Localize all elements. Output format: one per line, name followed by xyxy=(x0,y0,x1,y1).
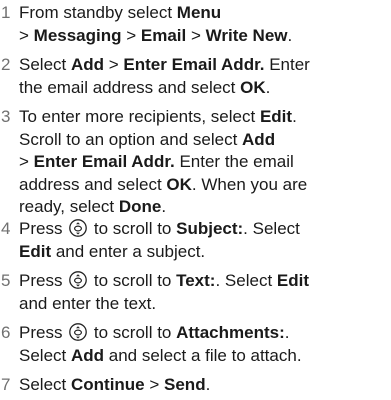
step-line: Press to scroll to Text:. Select Edit xyxy=(19,270,391,293)
step-line: the email address and select OK. xyxy=(19,77,391,100)
step-phrase: > xyxy=(19,152,34,171)
step-item: 1 From standby select Menu > Messaging > E… xyxy=(0,2,391,47)
step-line: Select Add and select a file to attach. xyxy=(19,345,391,368)
ui-term: Add xyxy=(70,55,105,74)
step-phrase: Enter xyxy=(264,55,310,74)
step-phrase: Select xyxy=(19,55,71,74)
step-phrase: the email address and select xyxy=(19,77,241,97)
step-text: From standby select Menu > Messaging > Em… xyxy=(19,2,391,47)
step-line: Select Continue > Send. xyxy=(19,374,391,397)
step-phrase: to scroll to xyxy=(89,323,177,342)
step-line: Scroll to an option and select Add xyxy=(19,129,391,152)
step-item: 3 To enter more recipients, select Edit. S… xyxy=(0,106,391,219)
step-number: 2 xyxy=(1,55,11,74)
step-number: 5 xyxy=(1,271,11,290)
ui-term: Done xyxy=(118,197,162,216)
step-phrase: . When you are xyxy=(191,174,308,194)
ui-term: Edit xyxy=(19,241,52,261)
step-phrase: > xyxy=(19,25,34,45)
step-phrase: From standby select xyxy=(19,3,177,22)
step-text: Press to scroll to Attachments:. Select A… xyxy=(19,322,391,367)
ui-term: Edit xyxy=(276,271,309,290)
step-phrase: Enter the email xyxy=(174,152,294,171)
ui-term: Add xyxy=(70,345,105,365)
ui-term: Add xyxy=(242,129,276,149)
step-number: 1 xyxy=(1,3,11,22)
step-number: 3 xyxy=(1,107,11,126)
step-phrase: > xyxy=(144,375,165,394)
step-number: 7 xyxy=(1,375,11,394)
step-line: address and select OK. When you are xyxy=(19,174,391,197)
ui-term: Attachments: xyxy=(176,323,285,342)
ui-term: Continue xyxy=(70,375,145,394)
ui-term: Send xyxy=(164,375,206,394)
ui-term: OK xyxy=(240,77,266,97)
step-item: 7 Select Continue > Send. xyxy=(0,374,391,397)
step-phrase: ready, select xyxy=(19,197,119,216)
step-phrase: > xyxy=(121,25,141,45)
step-line: Press to scroll to Attachments:. xyxy=(19,322,391,345)
step-phrase: to scroll to xyxy=(89,271,177,290)
step-item: 6 Press to scroll to Attachments:. Select … xyxy=(0,322,391,367)
step-phrase: and select a file to attach. xyxy=(104,345,302,365)
step-phrase: . xyxy=(287,25,293,45)
step-text: Press to scroll to Text:. Select Edit and… xyxy=(19,270,391,315)
step-line: > Messaging > Email > Write New. xyxy=(19,25,391,48)
ui-term: Edit xyxy=(259,107,293,126)
step-line: > Enter Email Addr. Enter the email xyxy=(19,151,391,174)
step-line: ready, select Done. xyxy=(19,196,391,219)
step-phrase: . Select xyxy=(243,219,300,238)
step-phrase: To enter more recipients, select xyxy=(19,107,260,126)
step-number: 6 xyxy=(1,323,11,342)
step-line: From standby select Menu xyxy=(19,2,391,25)
step-phrase: to scroll to xyxy=(89,219,177,238)
step-item: 5 Press to scroll to Text:. Select Edit an… xyxy=(0,270,391,315)
step-line: Press to scroll to Subject:. Select xyxy=(19,218,391,241)
ui-term: Menu xyxy=(176,3,222,22)
step-phrase: address and select xyxy=(19,174,167,194)
step-phrase: . xyxy=(205,375,211,394)
step-phrase: Select xyxy=(19,375,71,394)
step-line: Select Add > Enter Email Addr. Enter xyxy=(19,54,391,77)
step-phrase: . Select xyxy=(215,271,277,290)
ui-term: Enter Email Addr. xyxy=(123,55,265,74)
step-phrase: . xyxy=(161,197,167,216)
step-phrase: Scroll to an option and select xyxy=(19,129,243,149)
step-phrase: . xyxy=(284,323,290,342)
step-text: To enter more recipients, select Edit. Sc… xyxy=(19,106,391,219)
step-phrase: Press xyxy=(19,219,68,238)
step-line: Edit and enter a subject. xyxy=(19,241,391,264)
step-phrase: Press xyxy=(19,323,68,342)
step-phrase: . xyxy=(265,77,271,97)
navigation-key-icon xyxy=(69,271,88,289)
navigation-key-icon xyxy=(69,219,88,237)
ui-term: Write New xyxy=(205,25,288,45)
step-text: Press to scroll to Subject:. Select Edit … xyxy=(19,218,391,263)
step-line: To enter more recipients, select Edit. xyxy=(19,106,391,129)
step-number: 4 xyxy=(1,219,11,238)
ui-term: Messaging xyxy=(33,25,122,45)
step-phrase: > xyxy=(104,55,124,74)
ui-term: Subject: xyxy=(176,219,244,238)
ui-term: Text: xyxy=(176,271,216,290)
step-phrase: Select xyxy=(19,345,71,365)
ui-term: Enter Email Addr. xyxy=(33,152,175,171)
ui-term: Email xyxy=(140,25,187,45)
step-line: and enter the text. xyxy=(19,293,391,316)
step-item: 4 Press to scroll to Subject:. Select Edit… xyxy=(0,218,391,263)
ui-term: OK xyxy=(166,174,192,194)
navigation-key-icon xyxy=(69,323,88,341)
step-phrase: and enter the text. xyxy=(19,293,157,313)
step-item: 2 Select Add > Enter Email Addr. Enter the… xyxy=(0,54,391,99)
step-text: Select Add > Enter Email Addr. Enter the … xyxy=(19,54,391,99)
step-phrase: . xyxy=(292,107,297,126)
step-phrase: Press xyxy=(19,271,68,290)
step-text: Select Continue > Send. xyxy=(19,374,391,397)
step-phrase: and enter a subject. xyxy=(51,241,206,261)
step-phrase: > xyxy=(186,25,206,45)
